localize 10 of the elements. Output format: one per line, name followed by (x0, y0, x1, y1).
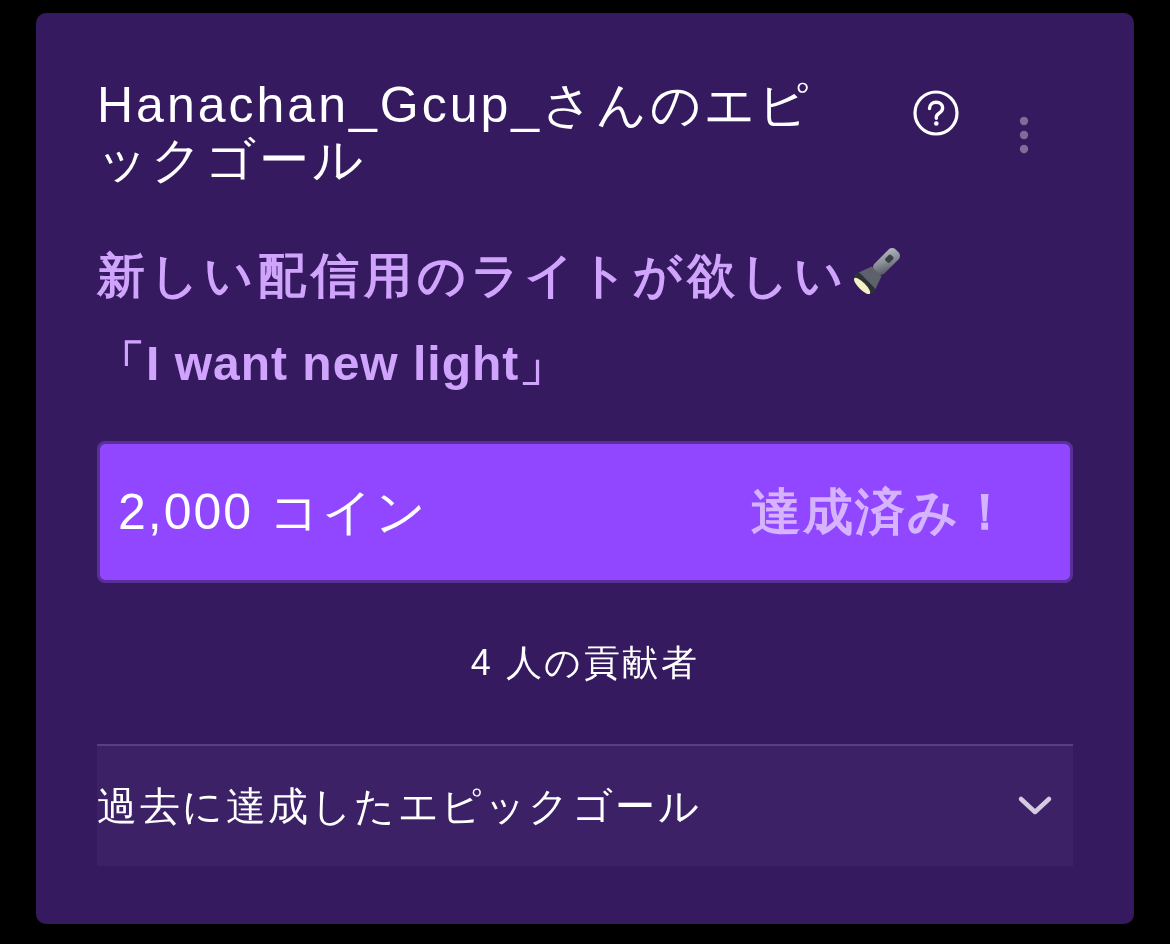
goal-subtitle: 「I want new light」 (97, 336, 569, 392)
goal-title: 新しい配信用のライトが欲しい (97, 249, 848, 302)
coin-amount: 2,000 コイン (118, 483, 428, 542)
goal-status: 達成済み！ (751, 483, 1012, 542)
card-title: Hanachan_Gcup_さんのエピックゴール (97, 78, 814, 188)
chevron-down-icon (1017, 795, 1053, 817)
more-options-icon[interactable] (1019, 116, 1029, 154)
contributors-count: 4 人の貢献者 (470, 641, 700, 685)
past-goals-accordion[interactable]: 過去に達成したエピックゴール (97, 746, 1073, 866)
help-icon[interactable] (913, 90, 959, 136)
